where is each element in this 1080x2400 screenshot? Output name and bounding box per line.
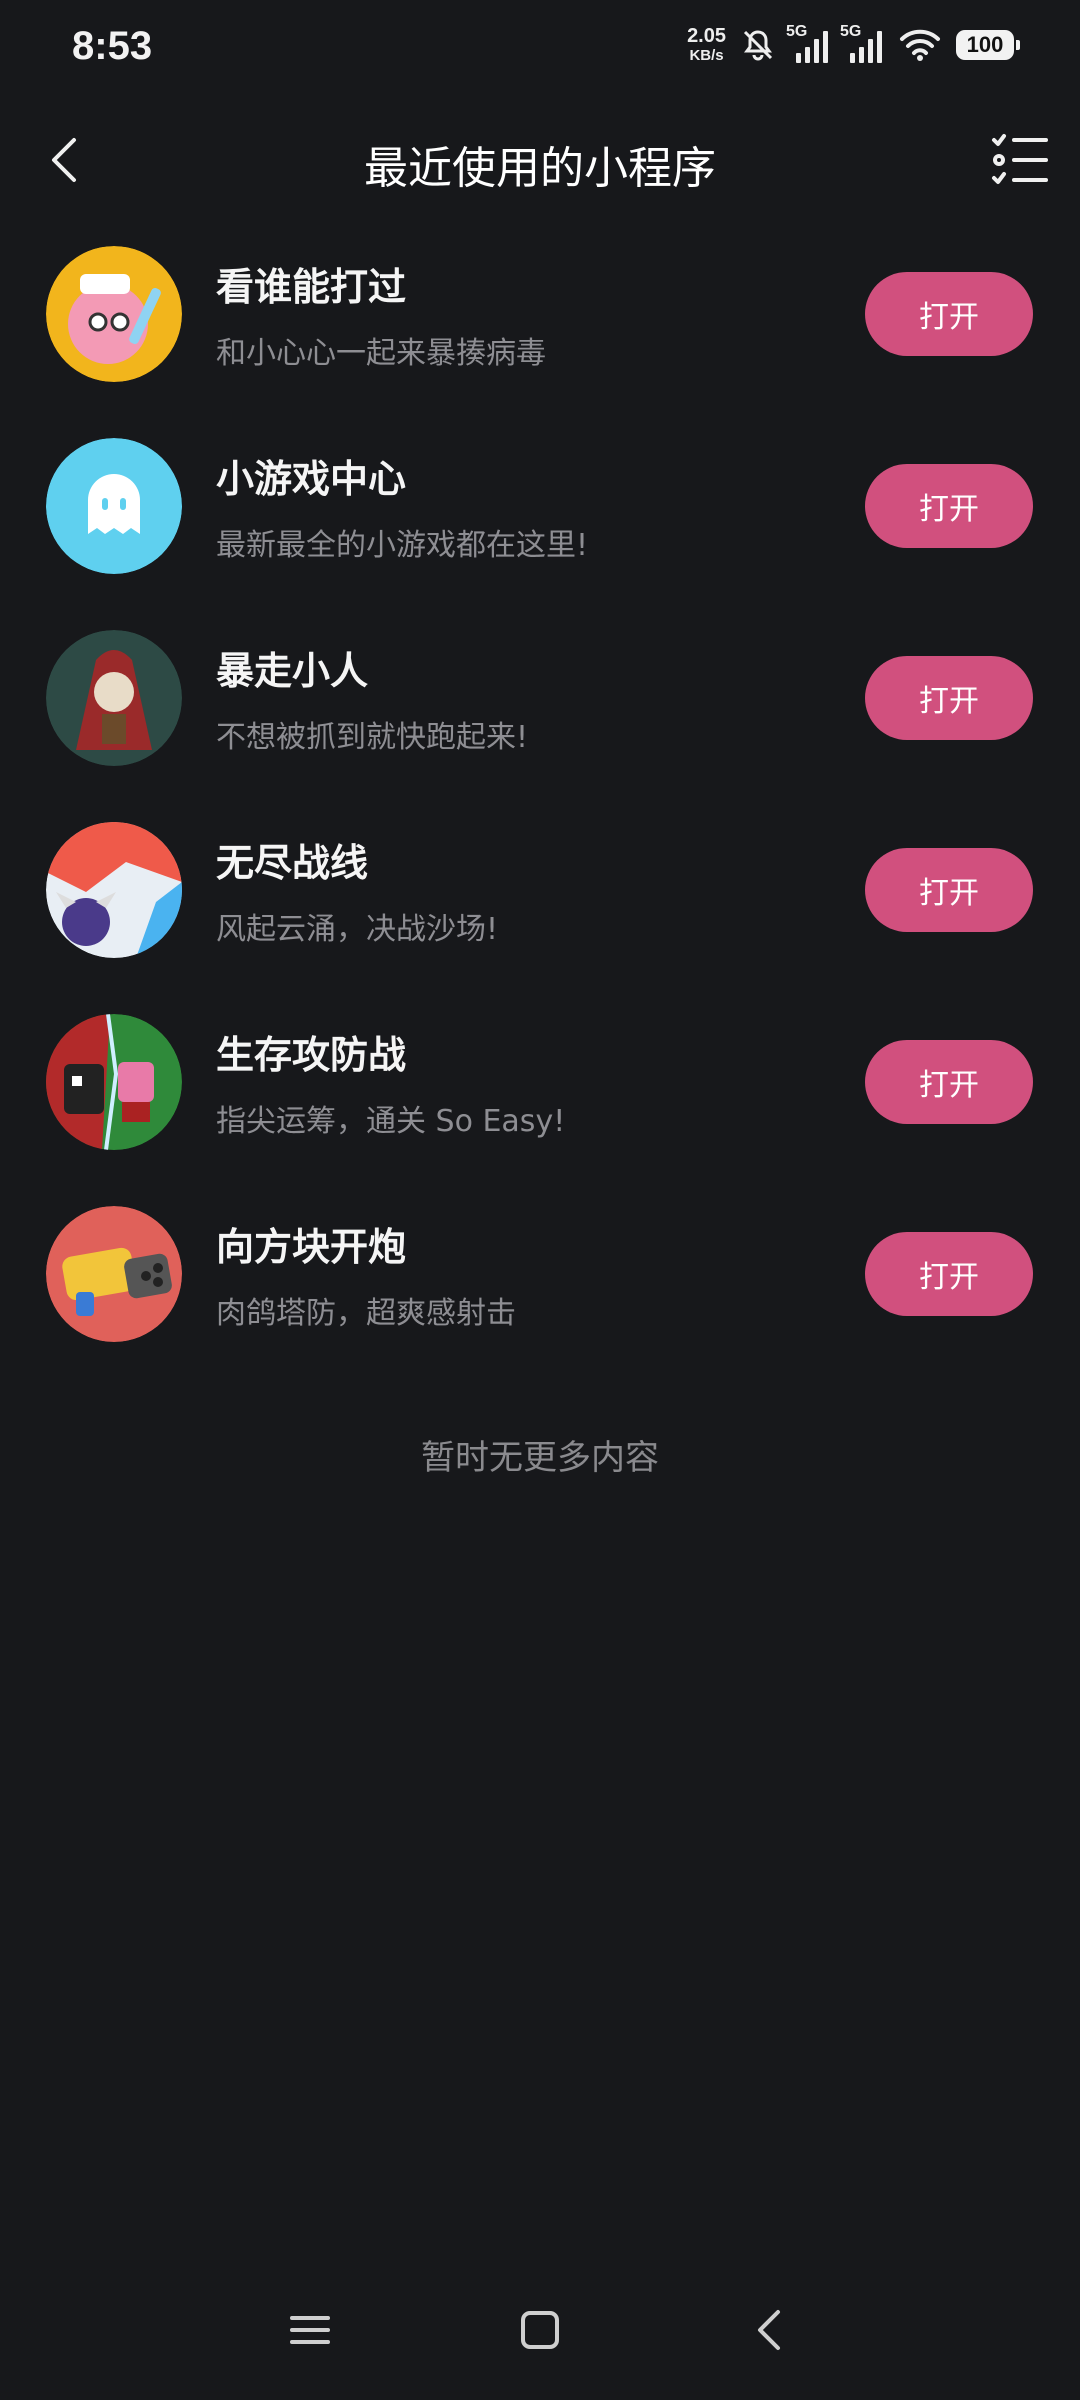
status-time: 8:53 bbox=[72, 24, 153, 68]
home-button[interactable] bbox=[510, 2300, 570, 2360]
app-avatar[interactable] bbox=[46, 822, 182, 958]
back-triangle-icon bbox=[758, 2310, 780, 2350]
app-description: 指尖运筹，通关 So Easy! bbox=[216, 1104, 566, 1139]
app-avatar[interactable] bbox=[46, 438, 182, 574]
app-description: 和小心心一起来暴揍病毒 bbox=[216, 336, 546, 371]
red-hood-girl-icon bbox=[46, 630, 182, 766]
app-description: 肉鸽塔防，超爽感射击 bbox=[216, 1296, 516, 1331]
sim2-label: 5G bbox=[840, 22, 862, 40]
status-icons: 2.05 KB/s 5G 5G 100 bbox=[687, 23, 1020, 63]
battery-indicator: 100 bbox=[956, 29, 1020, 60]
recent-apps-button[interactable] bbox=[280, 2300, 340, 2360]
app-name: 向方块开炮 bbox=[216, 1225, 407, 1269]
list-item[interactable]: 无尽战线 风起云涌，决战沙场! 打开 bbox=[0, 812, 1080, 1004]
page-title: 最近使用的小程序 bbox=[364, 143, 716, 194]
wifi-icon bbox=[900, 29, 940, 61]
network-speed-value: 2.05 bbox=[687, 25, 726, 47]
mute-bell-icon bbox=[743, 29, 773, 60]
survival-defense-icon bbox=[46, 1014, 182, 1150]
list-item[interactable]: 向方块开炮 肉鸽塔防，超爽感射击 打开 bbox=[0, 1196, 1080, 1388]
ghost-icon bbox=[46, 438, 182, 574]
network-speed: 2.05 KB/s bbox=[687, 26, 726, 63]
app-description: 不想被抓到就快跑起来! bbox=[216, 720, 529, 755]
app-name: 小游戏中心 bbox=[216, 457, 407, 501]
battle-line-icon bbox=[46, 822, 182, 958]
signal-sim2-icon: 5G bbox=[840, 23, 884, 63]
open-button[interactable]: 打开 bbox=[865, 848, 1033, 932]
checklist-icon bbox=[992, 134, 1048, 184]
app-name: 无尽战线 bbox=[216, 841, 369, 885]
app-description: 风起云涌，决战沙场! bbox=[216, 912, 499, 947]
gatling-cannon-icon bbox=[46, 1206, 182, 1342]
app-avatar[interactable] bbox=[46, 246, 182, 382]
app-name: 看谁能打过 bbox=[216, 265, 407, 309]
virus-game-icon bbox=[46, 246, 182, 382]
top-nav-bar: 最近使用的小程序 bbox=[0, 110, 1080, 210]
list-item[interactable]: 生存攻防战 指尖运筹，通关 So Easy! 打开 bbox=[0, 1004, 1080, 1196]
status-bar: 8:53 2.05 KB/s 5G 5G 100 bbox=[0, 0, 1080, 100]
network-speed-unit: KB/s bbox=[689, 47, 724, 64]
open-button[interactable]: 打开 bbox=[865, 1232, 1033, 1316]
open-button[interactable]: 打开 bbox=[865, 464, 1033, 548]
system-back-button[interactable] bbox=[740, 2300, 800, 2360]
system-nav-bar bbox=[0, 2270, 1080, 2400]
signal-sim1-icon: 5G bbox=[786, 23, 830, 63]
app-avatar[interactable] bbox=[46, 630, 182, 766]
no-more-content-text: 暂时无更多内容 bbox=[421, 1438, 659, 1478]
app-avatar[interactable] bbox=[46, 1014, 182, 1150]
open-button[interactable]: 打开 bbox=[865, 272, 1033, 356]
app-avatar[interactable] bbox=[46, 1206, 182, 1342]
open-button[interactable]: 打开 bbox=[865, 1040, 1033, 1124]
mini-program-list: 看谁能打过 和小心心一起来暴揍病毒 打开 小游戏中心 最新最全的小游戏都在这里!… bbox=[0, 236, 1080, 1388]
list-item[interactable]: 暴走小人 不想被抓到就快跑起来! 打开 bbox=[0, 620, 1080, 812]
open-button[interactable]: 打开 bbox=[865, 656, 1033, 740]
app-description: 最新最全的小游戏都在这里! bbox=[216, 528, 589, 563]
app-name: 暴走小人 bbox=[216, 649, 369, 693]
menu-icon bbox=[290, 2316, 330, 2344]
square-home-icon bbox=[521, 2311, 559, 2349]
list-item[interactable]: 小游戏中心 最新最全的小游戏都在这里! 打开 bbox=[0, 428, 1080, 620]
manage-list-button[interactable] bbox=[990, 132, 1050, 188]
list-item[interactable]: 看谁能打过 和小心心一起来暴揍病毒 打开 bbox=[0, 236, 1080, 428]
sim1-label: 5G bbox=[786, 22, 808, 40]
app-name: 生存攻防战 bbox=[216, 1033, 407, 1077]
